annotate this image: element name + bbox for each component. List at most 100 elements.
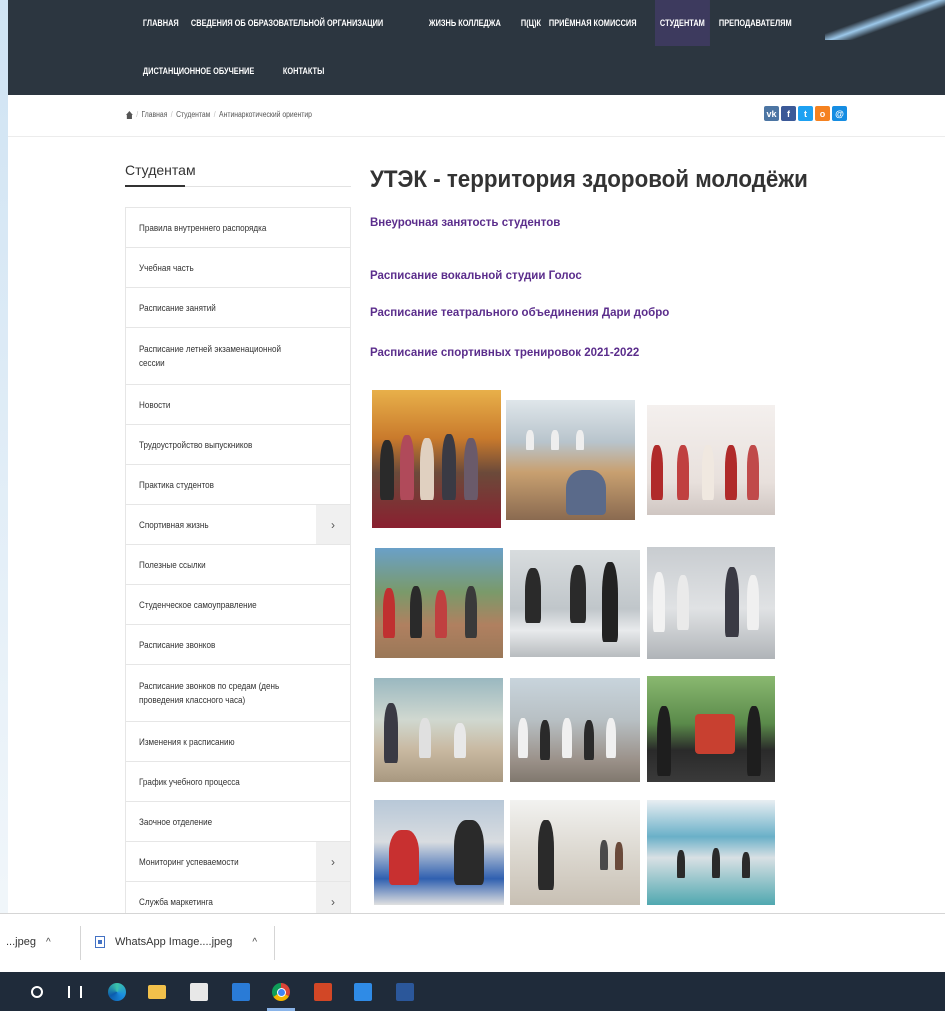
nav-item-admission[interactable]: ПРИЁМНАЯ КОМИССИЯ [544, 0, 641, 46]
gallery-photo[interactable] [510, 678, 640, 782]
chevron-right-icon[interactable]: › [316, 505, 350, 544]
sidebar-menu-item-label: Новости [139, 399, 171, 410]
sidebar-menu-item[interactable]: Студенческое самоуправление [126, 585, 350, 625]
gallery-photo[interactable] [506, 400, 635, 520]
moimir-share-icon[interactable]: @ [832, 106, 847, 121]
sidebar-menu-item-label: Служба маркетинга [139, 896, 213, 907]
breadcrumb-home[interactable]: Главная [141, 110, 167, 119]
nav-item-college-life[interactable]: ЖИЗНЬ КОЛЛЕДЖА [424, 0, 506, 46]
breadcrumb-separator: / [136, 110, 139, 119]
corner-decoration [825, 0, 945, 40]
sidebar-menu-item[interactable]: Расписание звонков [126, 625, 350, 665]
download-separator [274, 926, 275, 960]
gallery-photo[interactable] [647, 676, 775, 782]
nav-item-students[interactable]: СТУДЕНТАМ [655, 0, 710, 46]
sidebar-menu-item[interactable]: Правила внутреннего распорядка [126, 208, 350, 248]
sidebar-menu-item[interactable]: Практика студентов [126, 465, 350, 505]
sidebar-menu-item-label: Практика студентов [139, 479, 214, 490]
sidebar-menu-item-label: Расписание летней экзаменационной сессии [139, 344, 282, 368]
gallery-photo[interactable] [647, 547, 775, 659]
sidebar-menu-item-label: Расписание занятий [139, 302, 216, 313]
link-extracurricular[interactable]: Внеурочная занятость студентов [370, 217, 560, 229]
sidebar-menu-item[interactable]: График учебного процесса [126, 762, 350, 802]
download-filename: WhatsApp Image....jpeg [115, 936, 233, 948]
nav-item-teachers[interactable]: ПРЕПОДАВАТЕЛЯМ [714, 0, 797, 46]
download-separator [80, 926, 81, 960]
gallery-photo[interactable] [510, 800, 640, 905]
gallery-photo[interactable] [372, 390, 501, 528]
download-filename: ...jpeg [6, 936, 36, 948]
sidebar-menu-item[interactable]: Полезные ссылки [126, 545, 350, 585]
gallery-photo[interactable] [647, 405, 775, 515]
gallery-photo[interactable] [510, 550, 640, 657]
share-buttons: vk f t o @ [764, 106, 847, 121]
page-edge-decoration [0, 0, 8, 1011]
windows-taskbar [0, 972, 945, 1011]
link-theatre-schedule[interactable]: Расписание театрального объединения Дари… [370, 307, 669, 319]
nav-item-pck[interactable]: П(Ц)К [516, 0, 546, 46]
sidebar-menu-item-label: Мониторинг успеваемости [139, 856, 239, 867]
vk-share-icon[interactable]: vk [764, 106, 779, 121]
sidebar-menu-item-label: Правила внутреннего распорядка [139, 222, 267, 233]
facebook-share-icon[interactable]: f [781, 106, 796, 121]
gallery-photo[interactable] [375, 548, 503, 658]
home-icon[interactable] [126, 110, 133, 119]
sidebar-menu-item[interactable]: Расписание летней экзаменационной сессии [126, 328, 350, 385]
nav-item-home[interactable]: ГЛАВНАЯ [138, 0, 184, 46]
breadcrumb-students[interactable]: Студентам [176, 110, 210, 119]
sidebar-menu-item-label: Расписание звонков [139, 639, 216, 650]
sidebar-menu-item[interactable]: Мониторинг успеваемости › [126, 842, 350, 882]
nav-item-org-info[interactable]: СВЕДЕНИЯ ОБ ОБРАЗОВАТЕЛЬНОЙ ОРГАНИЗАЦИИ [186, 0, 388, 46]
link-sports-schedule[interactable]: Расписание спортивных тренировок 2021-20… [370, 347, 639, 359]
nav-item-contacts[interactable]: КОНТАКТЫ [278, 48, 329, 94]
sidebar-menu-item-label: Студенческое самоуправление [139, 599, 257, 610]
sidebar-menu-item[interactable]: Изменения к расписанию [126, 722, 350, 762]
sidebar-menu-item[interactable]: Расписание звонков по средам (день прове… [126, 665, 350, 722]
nav-item-distance-learning[interactable]: ДИСТАНЦИОННОЕ ОБУЧЕНИЕ [138, 48, 259, 94]
sidebar-menu-item[interactable]: Трудоустройство выпускников [126, 425, 350, 465]
sidebar-menu-item-label: Заочное отделение [139, 816, 213, 827]
sidebar-menu-item[interactable]: Расписание занятий [126, 288, 350, 328]
download-item[interactable]: ...jpeg ^ [6, 936, 51, 948]
mail-icon[interactable] [232, 983, 250, 1001]
store-icon[interactable] [190, 983, 208, 1001]
breadcrumb-separator: / [170, 110, 173, 119]
sidebar-title: Студентам [125, 162, 196, 178]
chevron-right-icon[interactable]: › [316, 842, 350, 881]
sidebar-menu-item[interactable]: Спортивная жизнь › [126, 505, 350, 545]
sidebar-menu-item[interactable]: Заочное отделение [126, 802, 350, 842]
sidebar-menu-item-label: Изменения к расписанию [139, 736, 235, 747]
sidebar-menu-item-label: Учебная часть [139, 262, 194, 273]
start-icon[interactable] [28, 983, 46, 1001]
task-view-icon[interactable] [66, 983, 84, 1001]
sidebar-menu-item-label: График учебного процесса [139, 776, 240, 787]
chrome-icon[interactable] [272, 983, 290, 1001]
twitter-share-icon[interactable]: t [798, 106, 813, 121]
chevron-up-icon[interactable]: ^ [252, 937, 257, 948]
word-icon[interactable] [396, 983, 414, 1001]
gallery-photo[interactable] [647, 800, 775, 905]
sidebar-menu-item[interactable]: Учебная часть [126, 248, 350, 288]
download-item[interactable]: WhatsApp Image....jpeg ^ [95, 936, 257, 948]
gallery-photo[interactable] [374, 800, 504, 905]
edge-browser-icon[interactable] [108, 983, 126, 1001]
powerpoint-icon[interactable] [314, 983, 332, 1001]
page-title: УТЭК - территория здоровой молодёжи [370, 166, 808, 193]
sidebar-menu-item[interactable]: Новости [126, 385, 350, 425]
chevron-up-icon[interactable]: ^ [46, 937, 51, 948]
main-navigation: ГЛАВНАЯ СВЕДЕНИЯ ОБ ОБРАЗОВАТЕЛЬНОЙ ОРГА… [8, 0, 945, 95]
odnoklassniki-share-icon[interactable]: o [815, 106, 830, 121]
nav-row-1: ГЛАВНАЯ СВЕДЕНИЯ ОБ ОБРАЗОВАТЕЛЬНОЙ ОРГА… [138, 0, 807, 46]
photos-icon[interactable] [354, 983, 372, 1001]
sidebar-menu-item-label: Трудоустройство выпускников [139, 439, 253, 450]
sidebar-menu-item-label: Расписание звонков по средам (день прове… [139, 681, 280, 705]
breadcrumb: / Главная / Студентам / Антинаркотически… [126, 110, 312, 119]
file-explorer-icon[interactable] [148, 985, 166, 999]
gallery-photo[interactable] [374, 678, 503, 782]
link-vocal-studio-schedule[interactable]: Расписание вокальной студии Голос [370, 270, 582, 282]
sidebar-menu-item-label: Полезные ссылки [139, 559, 206, 570]
breadcrumb-separator: / [213, 110, 216, 119]
sidebar-menu-item-label: Спортивная жизнь [139, 519, 209, 530]
breadcrumb-bar: / Главная / Студентам / Антинаркотически… [8, 95, 945, 137]
sidebar-menu: Правила внутреннего распорядка Учебная ча… [125, 207, 351, 922]
